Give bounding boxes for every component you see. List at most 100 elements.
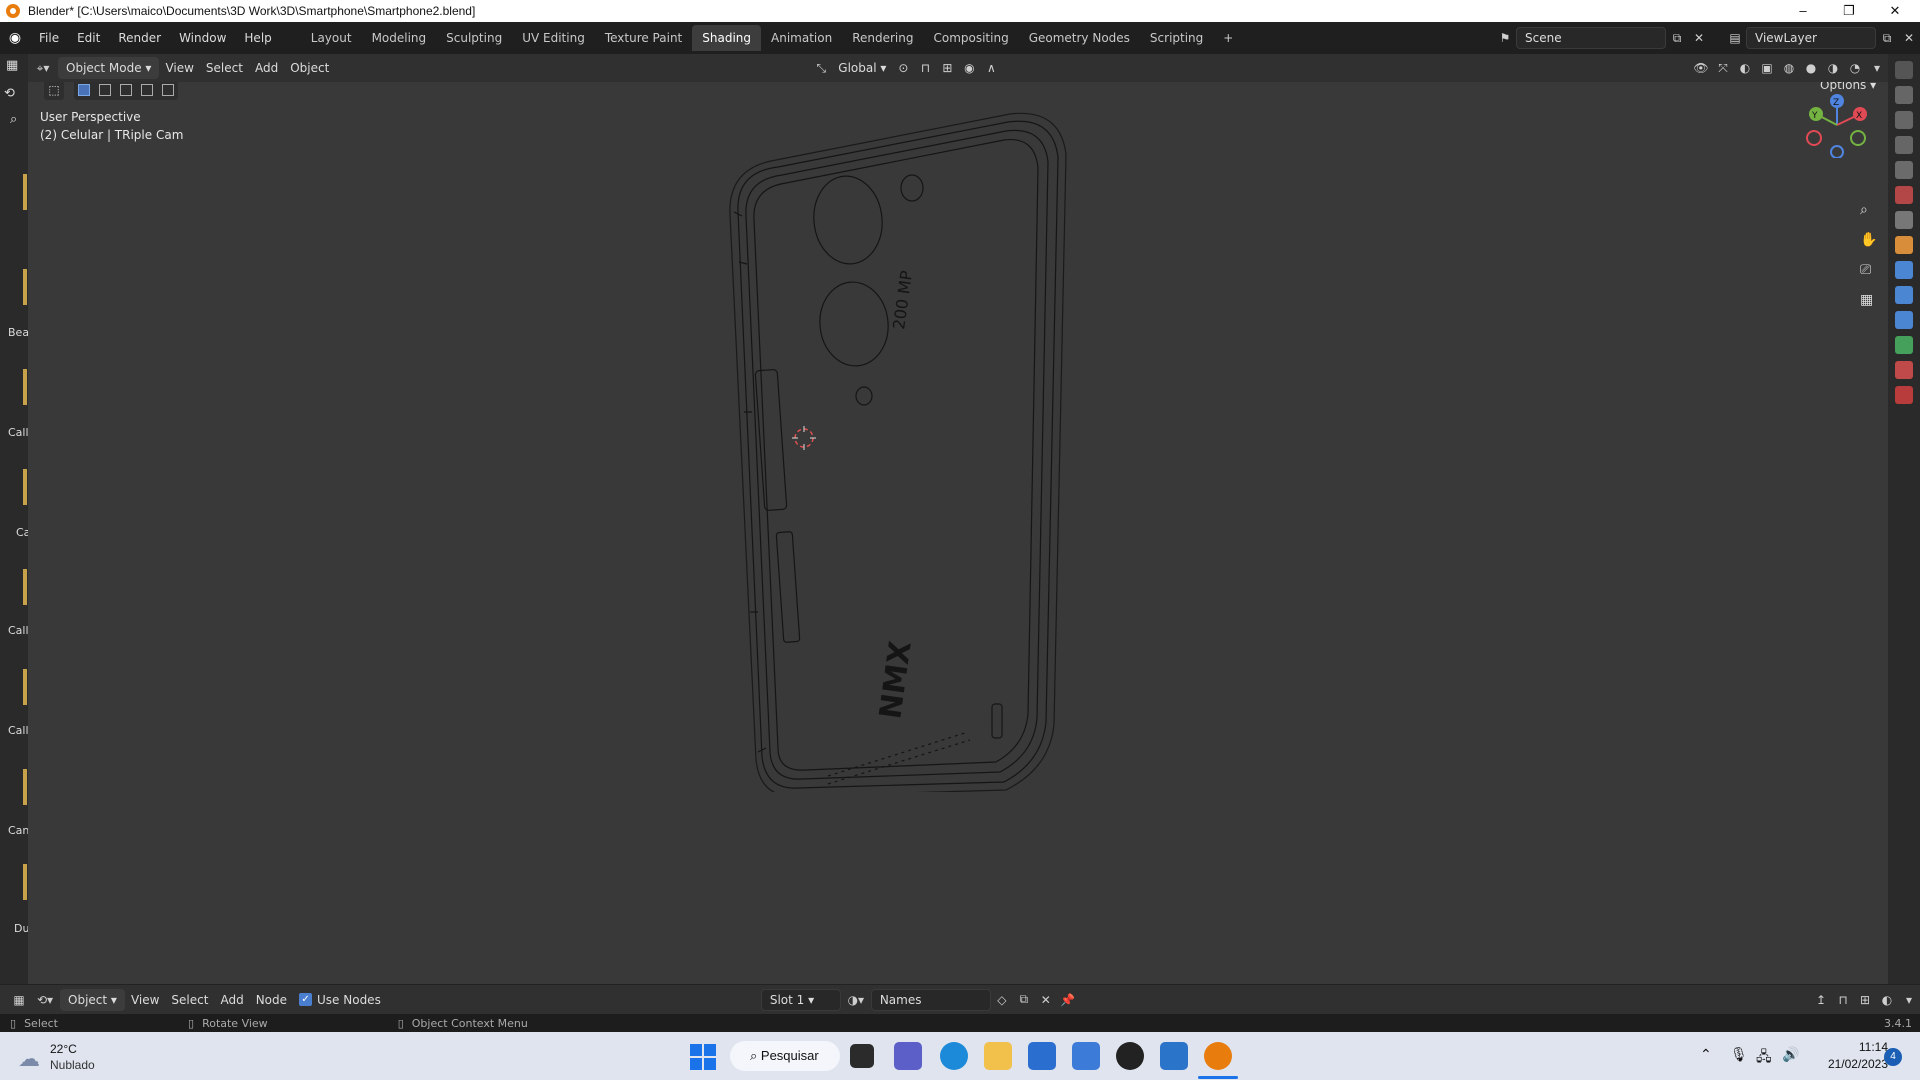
scene-props-icon[interactable] [1895, 161, 1913, 179]
xray-icon[interactable]: ▣ [1756, 57, 1778, 79]
menu-select[interactable]: Select [200, 57, 249, 79]
outliner-label[interactable]: Call [8, 724, 29, 737]
menu-file[interactable]: File [30, 26, 68, 50]
weather-temp[interactable]: 22°C [50, 1042, 77, 1056]
zoom-icon[interactable]: ⌕ [1860, 202, 1868, 218]
select-new-icon[interactable] [78, 84, 91, 96]
menu-edit[interactable]: Edit [68, 26, 109, 50]
object-props-icon[interactable] [1895, 236, 1913, 254]
tab-uv-editing[interactable]: UV Editing [512, 25, 595, 51]
select-invert-icon[interactable] [140, 84, 153, 96]
duplicate-material-icon[interactable]: ⧉ [1013, 989, 1035, 1011]
maximize-button[interactable]: ❐ [1826, 0, 1872, 22]
texture-props-icon[interactable] [1895, 386, 1913, 404]
data-props-icon[interactable] [1895, 336, 1913, 354]
select-tool-icon[interactable]: ⬚ [44, 82, 64, 100]
rendered-shading-icon[interactable]: ◔ [1844, 57, 1866, 79]
outliner-label[interactable]: Bea [8, 326, 29, 339]
object-mode-dropdown[interactable]: Object Mode ▾ [58, 57, 160, 79]
camera-view-icon[interactable]: ⎚ [1860, 262, 1871, 278]
material-shading-icon[interactable]: ◑ [1822, 57, 1844, 79]
task-view-icon[interactable] [850, 1044, 874, 1068]
menu-help[interactable]: Help [235, 26, 280, 50]
view-layer-props-icon[interactable] [1895, 136, 1913, 154]
material-props-icon[interactable] [1895, 361, 1913, 379]
weather-desc[interactable]: Nublado [50, 1058, 95, 1072]
material-browse-icon[interactable]: ◑▾ [841, 989, 871, 1011]
options-dropdown[interactable]: Options ▾ [1820, 82, 1876, 92]
use-nodes-toggle[interactable]: ✓ Use Nodes [299, 993, 381, 1007]
tool-props-icon[interactable] [1895, 61, 1913, 79]
menu-render[interactable]: Render [109, 26, 170, 50]
tab-sculpting[interactable]: Sculpting [436, 25, 512, 51]
outliner-label[interactable]: Call [8, 426, 29, 439]
clock-time[interactable]: 11:14 [1828, 1040, 1888, 1054]
menu-window[interactable]: Window [170, 26, 235, 50]
edge-icon[interactable] [940, 1042, 968, 1070]
minimize-button[interactable]: – [1780, 0, 1826, 22]
tab-layout[interactable]: Layout [301, 25, 362, 51]
notification-badge[interactable]: 4 [1884, 1048, 1902, 1066]
gizmo-icon[interactable]: ⤧ [1712, 57, 1734, 79]
transform-orientation-icon[interactable]: ⤡ [810, 57, 832, 79]
select-extend-icon[interactable] [99, 84, 112, 96]
blender-menu-icon[interactable]: ◉ [0, 30, 30, 46]
phone-wireframe[interactable]: 200 MP NMX [708, 112, 1148, 792]
snap-icon[interactable]: ⊓ [914, 57, 936, 79]
falloff-icon[interactable]: ∧ [980, 57, 1002, 79]
microphone-icon[interactable]: 🎙 [1730, 1046, 1748, 1063]
viewlayer-field[interactable]: ViewLayer [1746, 27, 1876, 49]
media-player-icon[interactable] [1116, 1042, 1144, 1070]
editor-type-dropdown-icon[interactable]: ⌖▾ [28, 57, 58, 79]
volume-icon[interactable]: 🔊 [1782, 1046, 1799, 1063]
node-overlay-icon[interactable]: ◐ [1876, 989, 1898, 1011]
outliner-label[interactable]: Call [8, 624, 29, 637]
shader-type-dropdown-icon[interactable]: ⟲▾ [30, 989, 60, 1011]
output-props-icon[interactable] [1895, 111, 1913, 129]
wireframe-shading-icon[interactable]: ◍ [1778, 57, 1800, 79]
overlay-icon[interactable]: ◐ [1734, 57, 1756, 79]
weather-cloud-icon[interactable]: ☁ [18, 1046, 40, 1072]
start-menu-icon[interactable] [690, 1044, 716, 1070]
notepad-icon[interactable] [1072, 1042, 1100, 1070]
modifier-props-icon[interactable] [1895, 261, 1913, 279]
delete-scene-icon[interactable]: ✕ [1688, 27, 1710, 49]
physics-props-icon[interactable] [1895, 311, 1913, 329]
scene-field[interactable]: Scene [1516, 27, 1666, 49]
select-subtract-icon[interactable] [119, 84, 132, 96]
pan-hand-icon[interactable]: ✋ [1860, 232, 1877, 248]
menu-view[interactable]: View [159, 57, 199, 79]
node-menu-node[interactable]: Node [250, 989, 293, 1011]
visibility-icon[interactable]: 👁 [1690, 57, 1712, 79]
tray-chevron-icon[interactable]: ⌃ [1700, 1046, 1712, 1063]
close-button[interactable]: ✕ [1872, 0, 1918, 22]
transform-orientation-dropdown[interactable]: Global ▾ [832, 57, 892, 79]
shading-options-icon[interactable]: ▾ [1866, 57, 1888, 79]
node-snap-target-icon[interactable]: ⊞ [1854, 989, 1876, 1011]
tab-texture-paint[interactable]: Texture Paint [595, 25, 692, 51]
network-icon[interactable]: 🖧 [1756, 1046, 1772, 1070]
blender-taskbar-icon[interactable] [1204, 1042, 1232, 1070]
virtualbox-icon[interactable] [1160, 1042, 1188, 1070]
select-intersect-icon[interactable] [161, 84, 174, 96]
solid-shading-icon[interactable]: ● [1800, 57, 1822, 79]
parent-node-icon[interactable]: ↥ [1810, 989, 1832, 1011]
file-explorer-icon[interactable] [984, 1042, 1012, 1070]
new-viewlayer-icon[interactable]: ⧉ [1876, 27, 1898, 49]
delete-viewlayer-icon[interactable]: ✕ [1898, 27, 1920, 49]
scene-icon[interactable]: ⚑ [1494, 27, 1516, 49]
tab-modeling[interactable]: Modeling [362, 25, 437, 51]
3d-cursor-icon[interactable] [792, 426, 816, 450]
new-scene-icon[interactable]: ⧉ [1666, 27, 1688, 49]
world-props-icon[interactable] [1895, 186, 1913, 204]
particles-props-icon[interactable] [1895, 286, 1913, 304]
fake-user-icon[interactable]: ◇ [991, 989, 1013, 1011]
clock-date[interactable]: 21/02/2023 [1808, 1057, 1888, 1071]
tool-icon[interactable]: ⟲ [4, 86, 15, 101]
slot-dropdown[interactable]: Slot 1 ▾ [760, 988, 841, 1011]
tab-compositing[interactable]: Compositing [923, 25, 1018, 51]
pivot-icon[interactable]: ⊙ [892, 57, 914, 79]
add-workspace-icon[interactable]: + [1213, 25, 1243, 51]
node-menu-add[interactable]: Add [214, 989, 249, 1011]
checkbox-icon[interactable]: ✓ [299, 993, 313, 1006]
